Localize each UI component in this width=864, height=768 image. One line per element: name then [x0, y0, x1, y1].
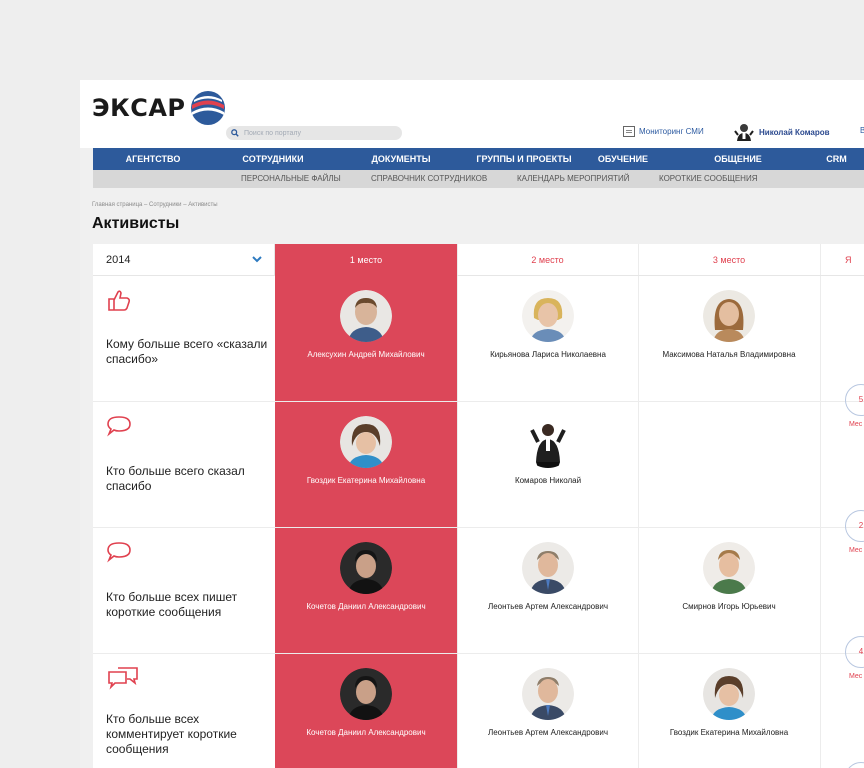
person-card[interactable]: Леонтьев Артем Александрович	[457, 542, 639, 611]
my-place-caption: Мес	[849, 421, 863, 428]
document-icon	[623, 126, 635, 137]
activists-table: 2014 1 место 2 место 3 место Я Кому боль…	[93, 244, 864, 768]
avatar	[340, 416, 392, 468]
person-name: Леонтьев Артем Александрович	[487, 602, 609, 611]
person-name: Максимова Наталья Владимировна	[662, 350, 796, 359]
person-card[interactable]: Комаров Николай	[457, 416, 639, 485]
logo-globe-icon	[190, 91, 225, 125]
chevron-down-icon	[252, 256, 262, 263]
my-place-caption: Мес	[849, 673, 863, 680]
search-bar[interactable]	[226, 126, 402, 140]
avatar	[703, 290, 755, 342]
monitoring-label: Мониторинг СМИ	[639, 127, 704, 136]
logo-text: ЭКСАР	[92, 94, 186, 122]
thumbs-up-icon	[108, 290, 131, 311]
subnav-short-messages[interactable]: КОРОТКИЕ СООБЩЕНИЯ	[659, 170, 757, 188]
row-label: Кто больше всех пишет короткие сообщения	[106, 590, 238, 619]
person-name: Комаров Николай	[514, 476, 582, 485]
portal-window: ЭКСАР Мониторинг СМИ	[80, 80, 864, 768]
person-card[interactable]: Кирьянова Лариса Николаевна	[457, 290, 639, 359]
avatar	[522, 668, 574, 720]
person-card[interactable]: Максимова Наталья Владимировна	[638, 290, 820, 359]
my-place-caption: Мес	[849, 547, 863, 554]
person-card[interactable]: Алексухин Андрей Михайлович	[275, 290, 457, 359]
nav-employees[interactable]: СОТРУДНИКИ	[213, 148, 333, 170]
avatar	[522, 542, 574, 594]
row-label: Кто больше всех комментирует короткие со…	[106, 712, 237, 756]
person-card[interactable]: Кочетов Даниил Александрович	[275, 542, 457, 611]
header: ЭКСАР Мониторинг СМИ	[80, 80, 864, 148]
person-card[interactable]: Леонтьев Артем Александрович	[457, 668, 639, 737]
my-place-badge: 4	[845, 762, 864, 768]
person-card[interactable]: Кочетов Даниил Александрович	[275, 668, 457, 737]
monitoring-link[interactable]: Мониторинг СМИ	[623, 126, 704, 137]
subnav-personal-files[interactable]: ПЕРСОНАЛЬНЫЕ ФАЙЛЫ	[241, 170, 341, 188]
nav-learning[interactable]: ОБУЧЕНИЕ	[579, 148, 667, 170]
nav-agency[interactable]: АГЕНТСТВО	[93, 148, 213, 170]
row-label: Кому больше всего «сказали спасибо»	[106, 337, 268, 366]
column-divider	[820, 244, 821, 768]
main-nav: АГЕНТСТВО СОТРУДНИКИ ДОКУМЕНТЫ ГРУППЫ И …	[93, 148, 864, 170]
year-value: 2014	[106, 254, 131, 266]
header-second-place: 2 место	[457, 244, 638, 276]
nav-crm[interactable]: CRM	[809, 148, 864, 170]
header-third-place: 3 место	[638, 244, 820, 276]
avatar	[522, 416, 574, 468]
avatar	[703, 668, 755, 720]
nav-communication[interactable]: ОБЩЕНИЕ	[667, 148, 809, 170]
person-name: Смирнов Игорь Юрьевич	[682, 602, 776, 611]
subnav-events-calendar[interactable]: КАЛЕНДАРЬ МЕРОПРИЯТИЙ	[517, 170, 629, 188]
avatar	[340, 668, 392, 720]
person-name: Кочетов Даниил Александрович	[306, 602, 426, 611]
my-place-badge: 4	[845, 636, 864, 668]
search-icon	[231, 129, 239, 137]
search-input[interactable]	[244, 129, 394, 137]
row-divider	[93, 401, 864, 402]
user-name: Николай Комаров	[759, 127, 830, 137]
row-divider	[93, 653, 864, 654]
person-name: Гвоздик Екатерина Михайловна	[669, 728, 789, 737]
page-title: Активисты	[92, 215, 180, 232]
row-label: Кто больше всего сказал спасибо	[106, 464, 245, 493]
row-divider	[93, 527, 864, 528]
person-card[interactable]: Гвоздик Екатерина Михайловна	[275, 416, 457, 485]
avatar	[703, 542, 755, 594]
user-menu[interactable]: Николай Комаров	[734, 122, 830, 142]
avatar	[340, 290, 392, 342]
year-select[interactable]: 2014	[93, 244, 275, 276]
person-card[interactable]: Гвоздик Екатерина Михайловна	[638, 668, 820, 737]
subnav-employee-directory[interactable]: СПРАВОЧНИК СОТРУДНИКОВ	[371, 170, 487, 188]
person-card[interactable]: Смирнов Игорь Юрьевич	[638, 542, 820, 611]
speech-bubble-icon	[107, 542, 131, 563]
header-my-place: Я	[820, 244, 864, 276]
speech-bubble-icon	[107, 416, 131, 437]
avatar	[522, 290, 574, 342]
nav-groups-projects[interactable]: ГРУППЫ И ПРОЕКТЫ	[469, 148, 579, 170]
logo[interactable]: ЭКСАР	[92, 90, 226, 126]
breadcrumb[interactable]: Главная страница – Сотрудники – Активист…	[92, 202, 218, 208]
header-extra-link[interactable]: В	[860, 126, 864, 135]
person-name: Кирьянова Лариса Николаевна	[490, 350, 606, 359]
chat-bubbles-icon	[108, 667, 138, 690]
person-name: Кочетов Даниил Александрович	[306, 728, 426, 737]
header-first-place: 1 место	[275, 244, 457, 276]
sub-nav: ПЕРСОНАЛЬНЫЕ ФАЙЛЫ СПРАВОЧНИК СОТРУДНИКО…	[93, 170, 864, 188]
my-place-badge: 2	[845, 510, 864, 542]
avatar	[340, 542, 392, 594]
my-place-badge: 5	[845, 384, 864, 416]
nav-documents[interactable]: ДОКУМЕНТЫ	[333, 148, 469, 170]
person-name: Леонтьев Артем Александрович	[487, 728, 609, 737]
user-avatar	[734, 124, 754, 141]
person-name: Гвоздик Екатерина Михайловна	[306, 476, 426, 485]
person-name: Алексухин Андрей Михайлович	[307, 350, 425, 359]
